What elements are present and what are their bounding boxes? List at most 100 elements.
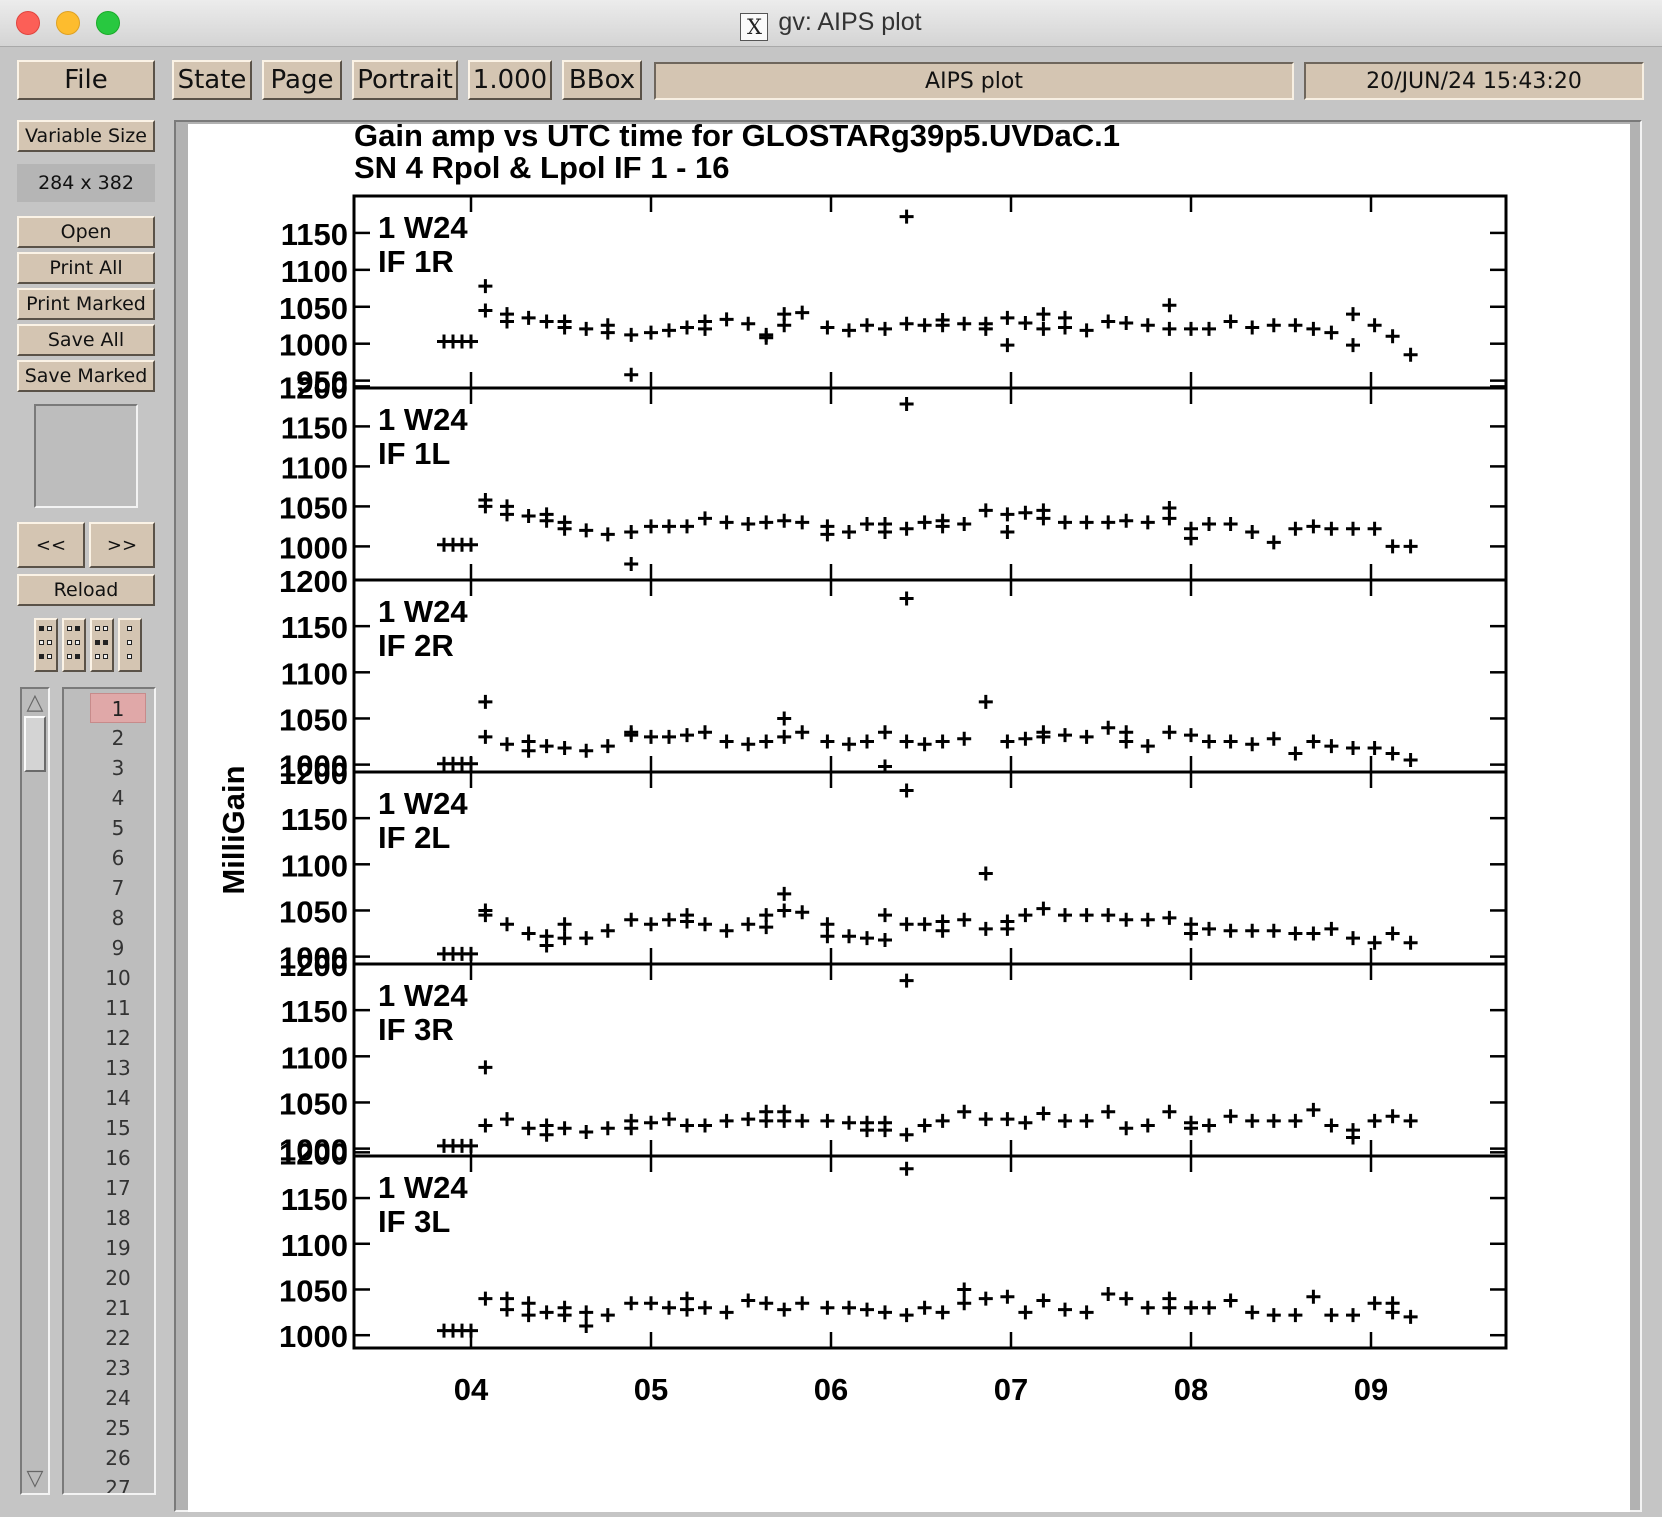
data-point [1403, 935, 1418, 950]
data-point [1079, 323, 1094, 338]
page-list-scroll-thumb[interactable] [24, 716, 46, 772]
data-point [1403, 539, 1418, 554]
data-point [957, 517, 972, 531]
y-tick-label: 1050 [279, 490, 348, 525]
series-if-label: IF 1R [378, 244, 454, 279]
data-point [644, 729, 658, 744]
data-point [600, 1308, 615, 1323]
data-point [957, 1282, 972, 1297]
page-list-item[interactable]: 26 [90, 1443, 146, 1473]
data-point [1140, 1300, 1155, 1315]
data-point [1119, 1291, 1134, 1306]
data-point [1367, 521, 1382, 536]
page-list-scrollbar[interactable] [20, 687, 50, 1495]
print-marked-button[interactable]: Print Marked [17, 288, 155, 320]
data-point [860, 517, 874, 531]
scale-button[interactable]: 1.000 [468, 60, 552, 100]
save-marked-button[interactable]: Save Marked [17, 360, 155, 392]
page-list-item[interactable]: 11 [90, 993, 146, 1023]
page-list-item[interactable]: 21 [90, 1293, 146, 1323]
data-point [680, 519, 694, 534]
page-list[interactable]: 1 2 3 4 5 6 7 8 9 10 11 12 13 14 15 16 17 18 19 20 21 22 23 24 2… [62, 687, 156, 1495]
open-button[interactable]: Open [17, 216, 155, 248]
data-point [662, 1300, 676, 1315]
data-point [1079, 908, 1094, 923]
bbox-button[interactable]: BBox [562, 60, 642, 100]
data-point [1119, 513, 1134, 528]
page-menu-button[interactable]: Page [262, 60, 342, 100]
page-list-item[interactable]: 27 [90, 1473, 146, 1493]
page-list-item[interactable]: 6 [90, 843, 146, 873]
previous-page-button[interactable]: << [17, 522, 85, 568]
page-list-item[interactable]: 22 [90, 1323, 146, 1353]
page-list-item[interactable]: 15 [90, 1113, 146, 1143]
y-tick-label: 1050 [279, 702, 348, 737]
page-list-item[interactable]: 2 [90, 723, 146, 753]
page-list-item[interactable]: 14 [90, 1083, 146, 1113]
mark-odd-pages-icon[interactable] [34, 618, 58, 672]
data-point [1000, 1289, 1015, 1304]
page-list-item[interactable]: 9 [90, 933, 146, 963]
file-menu-button[interactable]: File [17, 60, 155, 100]
document-title-label: AIPS plot [654, 62, 1294, 100]
data-point [1202, 517, 1216, 531]
page-list-item[interactable]: 19 [90, 1233, 146, 1263]
mark-current-page-icon[interactable] [90, 618, 114, 672]
mark-even-pages-icon[interactable] [62, 618, 86, 672]
data-point [1266, 318, 1281, 333]
reload-button[interactable]: Reload [17, 574, 155, 606]
data-point [1324, 739, 1339, 754]
page-list-item[interactable]: 23 [90, 1353, 146, 1383]
page-list-item[interactable]: 1 [90, 693, 146, 723]
next-page-button[interactable]: >> [89, 522, 155, 568]
page-thumbnail-panner[interactable] [34, 404, 138, 508]
data-point [957, 1104, 972, 1119]
data-point [1223, 923, 1238, 938]
data-point [741, 737, 756, 752]
page-list-item[interactable]: 17 [90, 1173, 146, 1203]
print-all-button[interactable]: Print All [17, 252, 155, 284]
data-point [795, 1113, 810, 1128]
data-point [1403, 1113, 1418, 1128]
data-point [1000, 507, 1015, 522]
data-point [1202, 921, 1216, 936]
page-list-item[interactable]: 7 [90, 873, 146, 903]
page-list-item[interactable]: 4 [90, 783, 146, 813]
page-list-item[interactable]: 25 [90, 1413, 146, 1443]
y-tick-label: 1150 [281, 802, 348, 837]
data-point [1385, 926, 1400, 941]
scroll-up-arrow-icon[interactable]: △ [23, 690, 47, 714]
orientation-button[interactable]: Portrait [352, 60, 458, 100]
page-list-item[interactable]: 3 [90, 753, 146, 783]
save-all-button[interactable]: Save All [17, 324, 155, 356]
data-point [917, 515, 932, 530]
scroll-down-arrow-icon[interactable]: ▽ [23, 1466, 47, 1490]
page-list-item[interactable]: 18 [90, 1203, 146, 1233]
state-menu-button[interactable]: State [172, 60, 252, 100]
page-list-item[interactable]: 16 [90, 1143, 146, 1173]
data-point [1184, 728, 1198, 743]
data-point [1101, 720, 1116, 735]
page-list-item[interactable]: 20 [90, 1263, 146, 1293]
data-point [759, 908, 774, 923]
page-list-item[interactable]: 8 [90, 903, 146, 933]
variable-size-button[interactable]: Variable Size [17, 120, 155, 152]
data-point [539, 739, 554, 754]
page-list-item[interactable]: 10 [90, 963, 146, 993]
page-list-item[interactable]: 24 [90, 1383, 146, 1413]
page-list-item[interactable]: 12 [90, 1023, 146, 1053]
data-point [478, 1060, 493, 1075]
data-point [1184, 926, 1198, 941]
unmark-all-pages-icon[interactable] [118, 618, 142, 672]
data-point [759, 920, 774, 935]
data-point [624, 367, 639, 382]
data-point [557, 1308, 572, 1323]
data-point [1119, 734, 1134, 749]
data-point [680, 728, 694, 743]
page-list-item[interactable]: 5 [90, 813, 146, 843]
data-point [662, 1112, 676, 1127]
data-point [478, 729, 493, 744]
x-tick-label: 09 [1354, 1372, 1388, 1407]
page-list-item[interactable]: 13 [90, 1053, 146, 1083]
data-point [978, 1291, 993, 1306]
